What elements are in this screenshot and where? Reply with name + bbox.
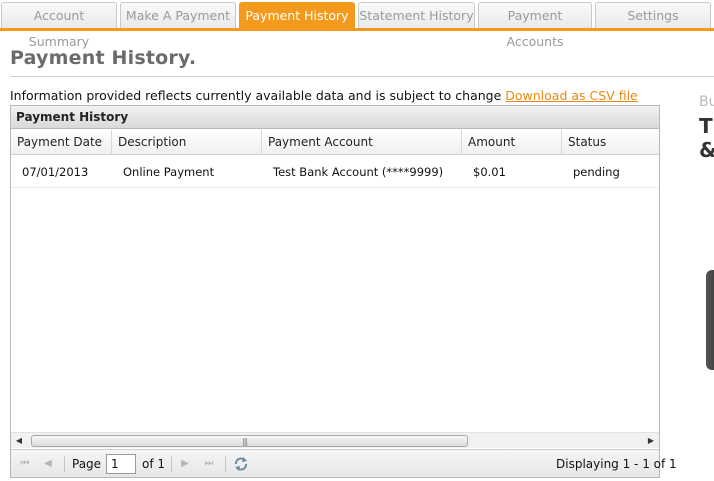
payment-history-grid: Payment History Payment Date Description… bbox=[10, 105, 677, 478]
refresh-icon[interactable] bbox=[233, 455, 249, 473]
scroll-right-icon[interactable]: ▶ bbox=[643, 433, 659, 449]
grip-icon: ||| bbox=[242, 437, 248, 446]
column-header-amount[interactable]: Amount bbox=[462, 130, 562, 155]
column-header-description[interactable]: Description bbox=[112, 130, 262, 155]
cell-amount: $0.01 bbox=[473, 165, 506, 179]
column-headers: Payment Date Description Payment Account… bbox=[11, 130, 659, 155]
cell-status: pending bbox=[573, 165, 620, 179]
cell-payment-date: 07/01/2013 bbox=[22, 165, 89, 179]
cell-payment-account: Test Bank Account (****9999) bbox=[273, 165, 444, 179]
toolbar-separator bbox=[64, 456, 65, 472]
paging-toolbar: ⏮ ◀ Page of 1 ▶ ⏭ Displaying 1 - 1 of 1 bbox=[11, 449, 677, 477]
next-page-icon[interactable]: ▶ bbox=[177, 456, 193, 472]
page-title: Payment History. bbox=[10, 47, 197, 69]
info-line: Information provided reflects currently … bbox=[10, 88, 638, 103]
download-csv-link[interactable]: Download as CSV file bbox=[505, 88, 637, 103]
ad-headline-line2: & bbox=[699, 138, 714, 162]
ad-device-image bbox=[706, 270, 714, 370]
tab-make-a-payment[interactable]: Make A Payment bbox=[120, 2, 236, 29]
table-row[interactable]: 07/01/2013 Online Payment Test Bank Acco… bbox=[11, 156, 659, 188]
tab-statement-history[interactable]: Statement History bbox=[358, 2, 475, 29]
last-page-icon[interactable]: ⏭ bbox=[201, 456, 217, 472]
title-divider bbox=[10, 76, 714, 77]
grid-title: Payment History bbox=[11, 106, 659, 129]
display-count: Displaying 1 - 1 of 1 bbox=[556, 457, 677, 471]
column-header-payment-date[interactable]: Payment Date bbox=[11, 130, 112, 155]
info-text: Information provided reflects currently … bbox=[10, 88, 502, 103]
tab-payment-history[interactable]: Payment History bbox=[239, 2, 355, 29]
ad-small-text: Bu bbox=[699, 94, 714, 110]
tab-bar-underline bbox=[0, 28, 714, 31]
tab-settings[interactable]: Settings bbox=[595, 2, 711, 29]
side-advertisement[interactable]: Bu T & bbox=[698, 94, 714, 394]
tab-bar: Account Summary Make A Payment Payment H… bbox=[0, 0, 714, 49]
horizontal-scrollbar[interactable]: ◀ ||| ▶ bbox=[11, 432, 659, 448]
column-header-status[interactable]: Status bbox=[562, 130, 659, 155]
tab-payment-accounts[interactable]: Payment Accounts bbox=[478, 2, 592, 49]
cell-description: Online Payment bbox=[123, 165, 215, 179]
ad-headline-line1: T bbox=[699, 114, 713, 138]
first-page-icon[interactable]: ⏮ bbox=[17, 456, 33, 472]
column-header-payment-account[interactable]: Payment Account bbox=[262, 130, 462, 155]
tab-account-summary[interactable]: Account Summary bbox=[1, 2, 117, 49]
toolbar-separator bbox=[171, 456, 172, 472]
page-count-label: of 1 bbox=[142, 457, 166, 471]
scrollbar-thumb[interactable]: ||| bbox=[31, 435, 468, 447]
page-label: Page bbox=[72, 457, 102, 471]
toolbar-separator bbox=[225, 456, 226, 472]
page-number-input[interactable] bbox=[106, 454, 136, 474]
scroll-left-icon[interactable]: ◀ bbox=[11, 433, 27, 449]
prev-page-icon[interactable]: ◀ bbox=[40, 456, 56, 472]
